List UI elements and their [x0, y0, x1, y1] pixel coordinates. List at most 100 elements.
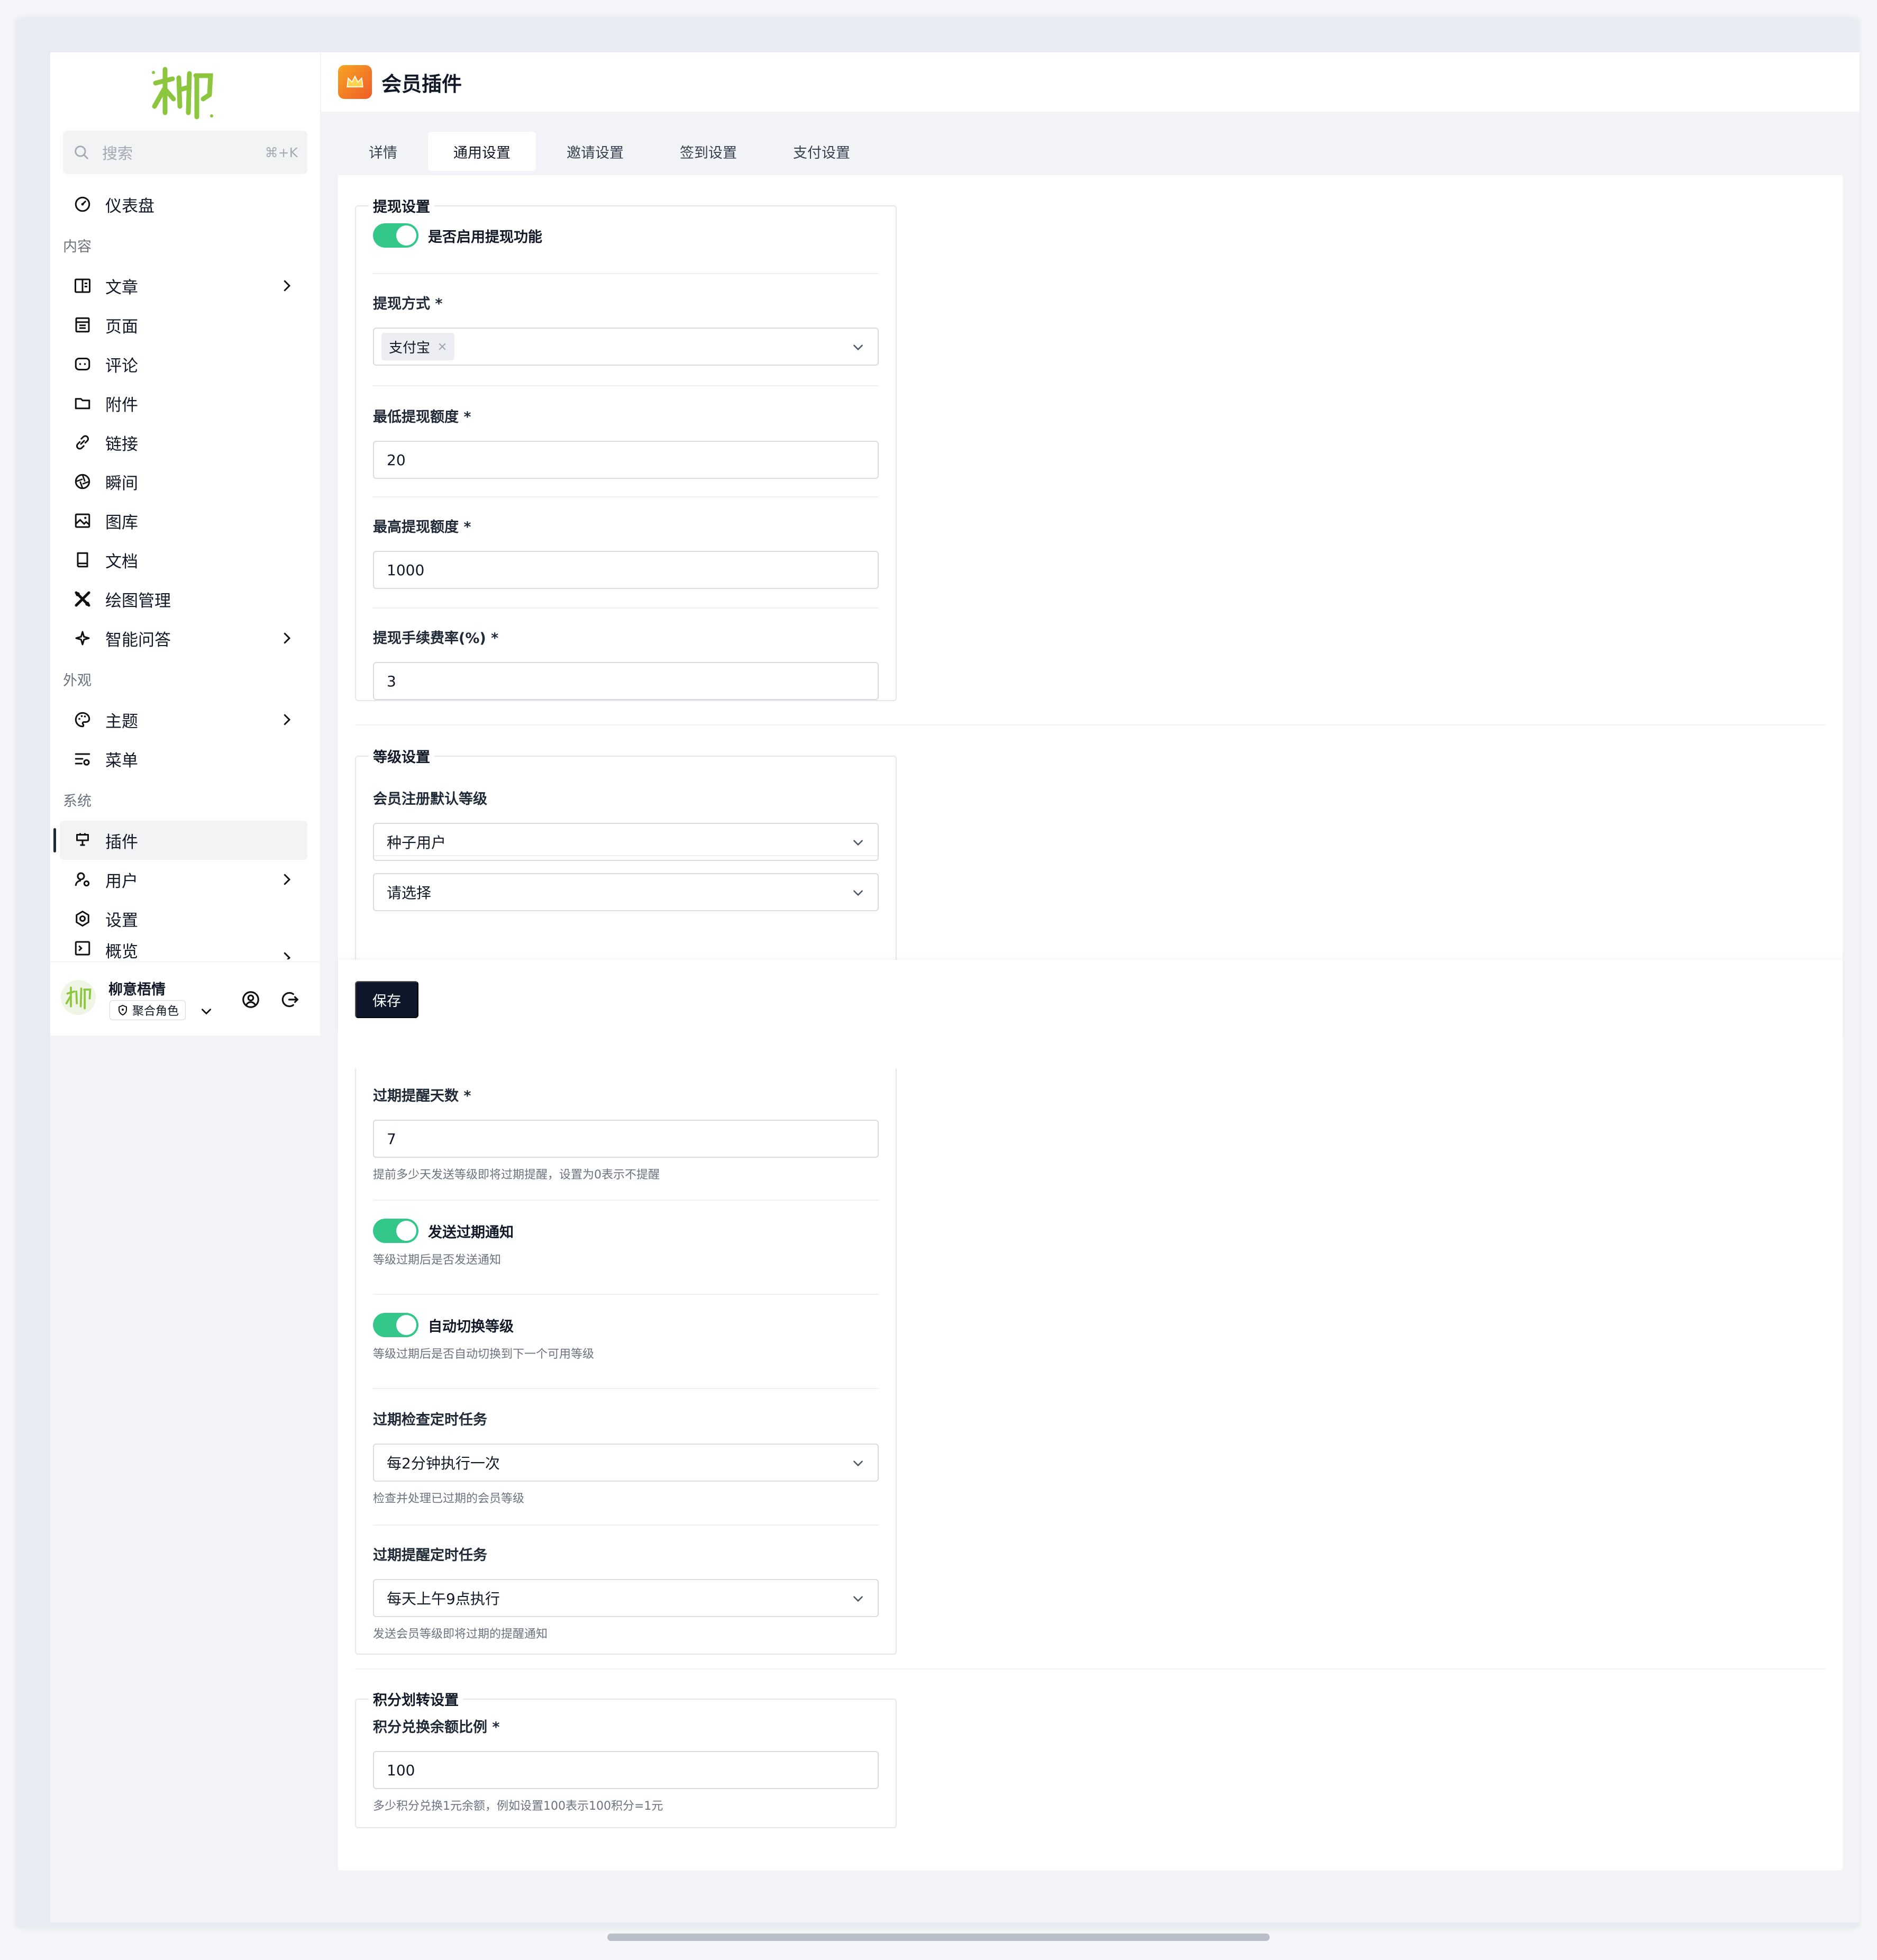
- logout-icon[interactable]: [280, 990, 300, 1010]
- sidebar-item-label: 仪表盘: [105, 196, 154, 216]
- withdraw-method-select[interactable]: 支付宝: [373, 328, 879, 366]
- list-settings-icon: [72, 749, 93, 769]
- withdraw-fee-field: 提现手续费率(%) * 3: [373, 609, 879, 709]
- sidebar-item-label: 插件: [105, 832, 138, 852]
- avatar[interactable]: [61, 980, 96, 1015]
- chevron-down-icon[interactable]: [199, 1004, 213, 1018]
- withdraw-max-input[interactable]: 1000: [373, 551, 879, 589]
- level-settings-group-continued: 过期提醒天数 * 7 提前多少天发送等级即将过期提醒，设置为0表示不提醒 发送过…: [355, 1068, 897, 1655]
- check-task-field: 过期检查定时任务 每2分钟执行一次 检查并处理已过期的会员等级: [373, 1389, 879, 1526]
- folder-icon: [72, 393, 93, 413]
- sidebar-item-label: 评论: [105, 356, 138, 376]
- chevron-right-icon: [284, 952, 291, 959]
- crown-icon: [338, 65, 372, 99]
- book-icon: [72, 550, 93, 570]
- method-chip: 支付宝: [381, 333, 455, 360]
- sidebar-item-settings[interactable]: 设置: [50, 899, 320, 938]
- browser-window: 搜索 ⌘+K 仪表盘 内容 文章 页面 评论 附件 链接 瞬间 图库 文档 绘图…: [16, 18, 1860, 1928]
- sidebar-item-dashboard[interactable]: 仪表盘: [50, 185, 320, 224]
- method-chip-label: 支付宝: [389, 340, 431, 356]
- plug-icon: [72, 830, 93, 850]
- tab-invite-settings[interactable]: 邀请设置: [541, 132, 649, 171]
- auto-switch-field: 自动切换等级 等级过期后是否自动切换到下一个可用等级: [373, 1295, 879, 1389]
- remind-task-value: 每天上午9点执行: [387, 1590, 500, 1608]
- message-icon: [72, 354, 93, 374]
- close-icon[interactable]: [438, 342, 447, 351]
- withdraw-min-label: 最低提现额度 *: [373, 409, 471, 425]
- sidebar-item-menus[interactable]: 菜单: [50, 739, 320, 778]
- user-name: 柳意梧情: [108, 982, 166, 998]
- withdraw-enable-toggle[interactable]: [373, 223, 418, 248]
- withdraw-min-input[interactable]: 20: [373, 441, 879, 479]
- save-button[interactable]: 保存: [355, 981, 418, 1018]
- sidebar-item-label: 主题: [105, 712, 138, 731]
- withdraw-fee-input[interactable]: 3: [373, 662, 879, 700]
- tab-details[interactable]: 详情: [343, 132, 423, 171]
- sidebar-item-users[interactable]: 用户: [50, 860, 320, 899]
- horizontal-scrollbar[interactable]: [607, 1934, 1270, 1941]
- sidebar-item-label: 设置: [105, 911, 138, 930]
- tab-payment-settings[interactable]: 支付设置: [768, 132, 876, 171]
- layout-icon: [72, 315, 93, 335]
- image-icon: [72, 511, 93, 531]
- check-task-select[interactable]: 每2分钟执行一次: [373, 1444, 879, 1482]
- remind-task-field: 过期提醒定时任务 每天上午9点执行 发送会员等级即将过期的提醒通知: [373, 1526, 879, 1653]
- gear-icon: [72, 909, 93, 929]
- site-logo[interactable]: [148, 58, 217, 126]
- sidebar-item-moments[interactable]: 瞬间: [50, 462, 320, 501]
- auto-switch-toggle[interactable]: [373, 1313, 418, 1337]
- role-badge[interactable]: 聚合角色: [110, 1000, 186, 1020]
- chevron-down-icon: [853, 890, 863, 896]
- search-box[interactable]: 搜索 ⌘+K: [63, 131, 307, 174]
- user-settings-icon: [72, 869, 93, 890]
- sidebar-item-label: 链接: [105, 434, 138, 454]
- tab-checkin-settings[interactable]: 签到设置: [654, 132, 762, 171]
- auto-switch-label: 自动切换等级: [428, 1318, 514, 1335]
- sidebar-item-themes[interactable]: 主题: [50, 700, 320, 739]
- save-bar: 保存: [338, 960, 1843, 1035]
- user-profile-icon[interactable]: [241, 990, 261, 1010]
- sidebar-item-comments[interactable]: 评论: [50, 344, 320, 384]
- sidebar-item-ai-qa[interactable]: 智能问答: [50, 619, 320, 658]
- level-extra-placeholder: 请选择: [387, 884, 432, 902]
- default-level-field: 会员注册默认等级 种子用户: [373, 766, 879, 861]
- withdraw-method-field: 提现方式 * 支付宝: [373, 274, 879, 386]
- sidebar-item-drawing[interactable]: 绘图管理: [50, 579, 320, 619]
- expire-notify-help: 等级过期后是否发送通知: [373, 1254, 502, 1267]
- sidebar-item-docs[interactable]: 文档: [50, 540, 320, 579]
- expire-notify-toggle[interactable]: [373, 1219, 418, 1243]
- sidebar-item-label: 绘图管理: [105, 591, 171, 611]
- sidebar-item-posts[interactable]: 文章: [50, 266, 320, 305]
- current-user-bar: 柳意梧情 聚合角色: [50, 961, 320, 1036]
- search-shortcut: ⌘+K: [265, 144, 298, 160]
- sidebar-item-label: 用户: [105, 872, 138, 891]
- sidebar-item-attachments[interactable]: 附件: [50, 384, 320, 423]
- sidebar-item-pages[interactable]: 页面: [50, 305, 320, 344]
- level-settings-legend: 等级设置: [373, 749, 430, 766]
- remind-days-label: 过期提醒天数 *: [373, 1088, 471, 1104]
- role-label: 聚合角色: [132, 1005, 179, 1018]
- default-level-label: 会员注册默认等级: [373, 791, 487, 807]
- check-task-value: 每2分钟执行一次: [387, 1455, 500, 1472]
- points-ratio-input[interactable]: 100: [373, 1751, 879, 1789]
- sidebar-item-plugins[interactable]: 插件: [53, 821, 307, 860]
- default-level-select[interactable]: 种子用户: [373, 823, 879, 861]
- level-extra-select[interactable]: 请选择: [373, 873, 879, 911]
- sidebar-item-gallery[interactable]: 图库: [50, 501, 320, 540]
- book-open-icon: [72, 276, 93, 296]
- points-ratio-field: 积分兑换余额比例 * 100 多少积分兑换1元余额，例如设置100表示100积分…: [373, 1709, 879, 1813]
- page-header: 会员插件: [321, 52, 1860, 112]
- sidebar-item-label: 附件: [105, 395, 138, 415]
- tab-general-settings[interactable]: 通用设置: [428, 132, 536, 171]
- remind-task-select[interactable]: 每天上午9点执行: [373, 1579, 879, 1617]
- sidebar-item-overview[interactable]: 概览: [50, 938, 320, 959]
- page-title: 会员插件: [381, 72, 462, 96]
- app-shell: 搜索 ⌘+K 仪表盘 内容 文章 页面 评论 附件 链接 瞬间 图库 文档 绘图…: [50, 52, 1860, 1922]
- palette-icon: [72, 710, 93, 730]
- link-icon: [72, 432, 93, 452]
- sidebar-item-label: 文档: [105, 552, 138, 571]
- remind-days-input[interactable]: 7: [373, 1120, 879, 1158]
- points-transfer-group: 积分划转设置 积分兑换余额比例 * 100 多少积分兑换1元余额，例如设置100…: [355, 1689, 897, 1828]
- sidebar-item-links[interactable]: 链接: [50, 423, 320, 462]
- remind-task-help: 发送会员等级即将过期的提醒通知: [373, 1628, 548, 1641]
